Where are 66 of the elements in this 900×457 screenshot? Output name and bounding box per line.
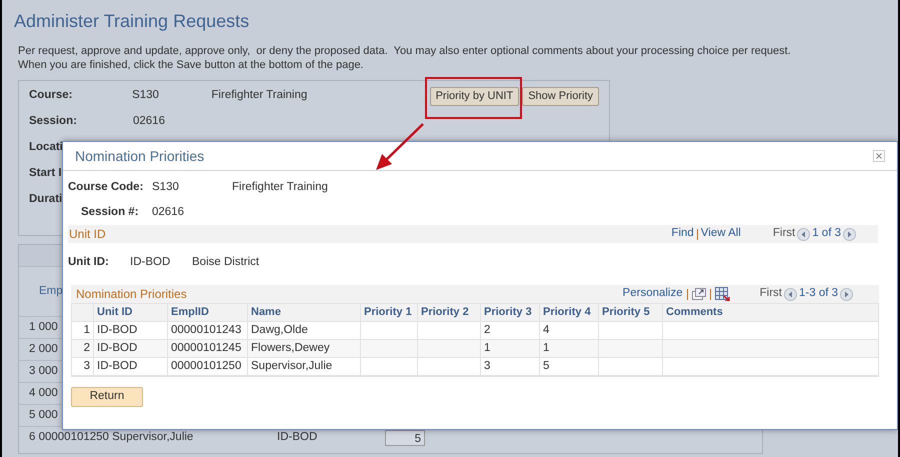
- field-value: 02616: [152, 205, 184, 220]
- table-cell-text: 1: [543, 340, 550, 356]
- table-cell-text: ID-BOD: [97, 358, 138, 374]
- table-cell-text: 3: [484, 358, 490, 374]
- field-label: Unit ID:: [68, 255, 110, 270]
- link[interactable]: Find: [671, 225, 694, 243]
- field-description: Boise District: [192, 255, 260, 270]
- column-header: Comments: [662, 304, 878, 321]
- table-cell-text: Flowers,Dewey: [251, 340, 330, 356]
- grid-title: Nomination Priorities: [76, 286, 188, 303]
- field-label: Session #:: [80, 205, 140, 220]
- row-number: 1: [82, 322, 91, 338]
- field-label: Durati: [29, 192, 64, 208]
- field-value: ID-BOD: [130, 255, 172, 270]
- column-header: Priority 3: [480, 304, 539, 321]
- column-header: Priority 2: [417, 304, 480, 321]
- table-cell-text: Dawg,Olde: [251, 322, 308, 338]
- action-button[interactable]: Priority by UNIT: [430, 86, 520, 106]
- table-cell-text: 5: [543, 358, 550, 374]
- table-cell-text: 2: [484, 322, 490, 338]
- pager-count: 1 of 3: [812, 226, 841, 242]
- column-header: Priority 1: [360, 304, 417, 321]
- return-button[interactable]: Return: [71, 387, 143, 407]
- dialog-title: Nomination Priorities: [75, 146, 204, 166]
- pager-label: First: [760, 286, 782, 302]
- table-cell-text: 00000101243: [171, 322, 242, 338]
- field-value: 02616: [133, 114, 166, 130]
- column-header: Priority 4: [539, 304, 598, 321]
- row-number: 2: [82, 340, 91, 356]
- section-title: Unit ID: [69, 226, 107, 243]
- field-description: Firefighter Training: [232, 180, 328, 196]
- table-cell-text: 1: [484, 340, 490, 356]
- table-cell-text: ID-BOD: [97, 340, 138, 356]
- column-header: Emp: [39, 284, 63, 299]
- table-cell-text: 6 00000101250 Supervisor,Julie: [29, 430, 194, 446]
- field-label: Start I: [29, 166, 63, 182]
- field-value: S130: [132, 88, 160, 104]
- column-header: Unit ID: [93, 304, 167, 321]
- pager-label: First: [772, 226, 796, 242]
- table-cell-text: ID-BOD: [97, 322, 138, 338]
- column-header: EmplID: [167, 304, 247, 321]
- table-cell-text: ID-BOD: [277, 430, 318, 446]
- input-field[interactable]: 5: [385, 430, 425, 446]
- link[interactable]: Personalize: [622, 285, 683, 303]
- field-description: Firefighter Training: [211, 88, 308, 104]
- field-label: Session:: [29, 114, 78, 130]
- instructions-text: Per request, approve and update, approve only, or deny the proposed data. You may also enter optional comments about your processing choice per request. When you are finished, click the Save button at the bottom of the page.: [17, 44, 792, 72]
- table-cell-text: 00000101245: [171, 340, 242, 356]
- column-header: Priority 5: [598, 304, 662, 321]
- field-label: Course Code:: [68, 180, 144, 196]
- table-cell-text: 3 000: [29, 364, 58, 379]
- row-number: 3: [82, 358, 91, 374]
- table-cell-text: 1 000: [29, 320, 58, 335]
- page-title: Administer Training Requests: [13, 10, 250, 33]
- table-cell-text: 00000101250: [171, 358, 242, 374]
- field-value: S130: [152, 180, 180, 196]
- column-header: Name: [247, 304, 360, 321]
- table-cell-text: 2 000: [29, 342, 58, 357]
- table-cell-text: 4 000: [29, 386, 58, 401]
- field-label: Course:: [29, 88, 74, 104]
- link[interactable]: View All: [700, 225, 741, 243]
- action-button[interactable]: Show Priority: [522, 86, 599, 106]
- table-cell-text: Supervisor,Julie: [251, 358, 332, 374]
- table-cell-text: 5 000: [29, 408, 58, 423]
- table-cell-text: 4: [543, 322, 550, 338]
- pager-count: 1-3 of 3: [799, 286, 838, 302]
